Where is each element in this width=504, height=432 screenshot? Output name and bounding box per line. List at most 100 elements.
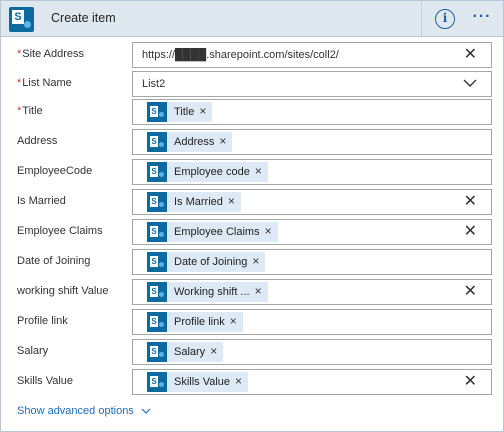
sharepoint-icon: S: [147, 132, 167, 152]
remove-token-icon[interactable]: ×: [235, 374, 242, 388]
form-row: *List Name List2: [1, 71, 503, 97]
field-label-text: Date of Joining: [17, 255, 91, 267]
field-label-text: Is Married: [17, 195, 66, 207]
remove-token-icon[interactable]: ×: [255, 284, 262, 298]
token-icon-letter: S: [150, 256, 158, 267]
clear-icon[interactable]: ✕: [464, 222, 477, 242]
chevron-down-icon: [141, 408, 151, 414]
field-input[interactable]: S Employee Claims × ✕: [132, 219, 492, 245]
form-row: *Title S Title ×: [1, 99, 503, 125]
remove-token-icon[interactable]: ×: [199, 104, 206, 118]
dynamic-content-token[interactable]: S Title ×: [147, 102, 213, 122]
token-label: Salary: [174, 346, 206, 358]
field-input[interactable]: S Skills Value × ✕: [132, 369, 492, 395]
sharepoint-icon: S: [147, 222, 167, 242]
dynamic-content-token[interactable]: S Skills Value ×: [147, 372, 249, 392]
field-label: Profile link: [17, 315, 68, 327]
remove-token-icon[interactable]: ×: [210, 344, 217, 358]
field-label: *List Name: [17, 77, 72, 89]
field-label: Date of Joining: [17, 255, 90, 267]
field-label-text: working shift Value: [17, 285, 109, 297]
remove-token-icon[interactable]: ×: [265, 224, 272, 238]
required-marker: *: [17, 77, 22, 89]
token-label: Address: [174, 136, 215, 148]
info-icon[interactable]: i: [435, 9, 455, 29]
field-value: List2: [142, 78, 166, 90]
field-input[interactable]: S Working shift ... × ✕: [132, 279, 492, 305]
remove-token-icon[interactable]: ×: [252, 254, 259, 268]
form-row: Salary S Salary ×: [1, 339, 503, 365]
token-icon-letter: S: [150, 376, 158, 387]
dynamic-content-token[interactable]: S Working shift ... ×: [147, 282, 268, 302]
list-name-dropdown[interactable]: List2: [132, 71, 492, 97]
field-input[interactable]: S Date of Joining ×: [132, 249, 492, 275]
dynamic-content-token[interactable]: S Employee code ×: [147, 162, 268, 182]
required-marker: *: [17, 48, 22, 60]
field-input[interactable]: S Profile link ×: [132, 309, 492, 335]
sharepoint-icon: S: [147, 312, 167, 332]
sharepoint-logo-icon: S: [9, 7, 34, 32]
more-options-icon[interactable]: ···: [469, 7, 495, 27]
field-label-text: List Name: [22, 77, 72, 89]
required-marker: *: [17, 105, 22, 117]
field-input[interactable]: https://████.sharepoint.com/sites/coll2/…: [132, 42, 492, 68]
dynamic-content-token[interactable]: S Profile link ×: [147, 312, 243, 332]
field-input[interactable]: S Employee code ×: [132, 159, 492, 185]
sharepoint-icon: S: [147, 342, 167, 362]
field-label: Salary: [17, 345, 48, 357]
field-label: Skills Value: [17, 375, 73, 387]
token-label: Employee code: [174, 166, 250, 178]
clear-icon[interactable]: ✕: [464, 192, 477, 212]
clear-icon[interactable]: ✕: [464, 372, 477, 392]
token-icon-letter: S: [150, 226, 158, 237]
dynamic-content-token[interactable]: S Date of Joining ×: [147, 252, 266, 272]
field-input[interactable]: S Salary ×: [132, 339, 492, 365]
remove-token-icon[interactable]: ×: [230, 314, 237, 328]
field-label: EmployeeCode: [17, 165, 92, 177]
token-icon-letter: S: [150, 136, 158, 147]
chevron-down-icon[interactable]: [463, 75, 477, 91]
field-label: *Title: [17, 105, 43, 117]
sharepoint-icon: S: [147, 282, 167, 302]
remove-token-icon[interactable]: ×: [255, 164, 262, 178]
advanced-options-label: Show advanced options: [17, 405, 134, 417]
logo-letter: S: [12, 10, 24, 24]
field-input[interactable]: S Is Married × ✕: [132, 189, 492, 215]
sharepoint-icon: S: [147, 252, 167, 272]
form-row: Employee Claims S Employee Claims × ✕: [1, 219, 503, 245]
sharepoint-icon: S: [147, 372, 167, 392]
remove-token-icon[interactable]: ×: [228, 194, 235, 208]
token-icon-letter: S: [150, 106, 158, 117]
dynamic-content-token[interactable]: S Employee Claims ×: [147, 222, 278, 242]
clear-icon[interactable]: ✕: [464, 45, 477, 65]
field-label: Address: [17, 135, 57, 147]
remove-token-icon[interactable]: ×: [219, 134, 226, 148]
sharepoint-icon: S: [147, 102, 167, 122]
field-input[interactable]: S Address ×: [132, 129, 492, 155]
field-label: Employee Claims: [17, 225, 103, 237]
clear-icon[interactable]: ✕: [464, 282, 477, 302]
token-label: Employee Claims: [174, 226, 260, 238]
token-label: Profile link: [174, 316, 225, 328]
dynamic-content-token[interactable]: S Is Married ×: [147, 192, 241, 212]
token-icon-letter: S: [150, 346, 158, 357]
form-row: Date of Joining S Date of Joining ×: [1, 249, 503, 275]
field-label-text: Employee Claims: [17, 225, 103, 237]
field-input[interactable]: S Title ×: [132, 99, 492, 125]
field-label: *Site Address: [17, 48, 84, 60]
card-header[interactable]: S Create item i ···: [1, 1, 503, 37]
field-label: working shift Value: [17, 285, 109, 297]
token-icon-letter: S: [150, 286, 158, 297]
sharepoint-icon: S: [147, 192, 167, 212]
field-label-text: Address: [17, 135, 58, 147]
token-label: Title: [174, 106, 195, 118]
sharepoint-icon: S: [147, 162, 167, 182]
show-advanced-options-link[interactable]: Show advanced options: [17, 405, 151, 417]
dynamic-content-token[interactable]: S Salary ×: [147, 342, 224, 362]
form-row: EmployeeCode S Employee code ×: [1, 159, 503, 185]
field-label-text: Salary: [17, 345, 49, 357]
token-label: Working shift ...: [174, 286, 250, 298]
header-divider: [421, 1, 422, 37]
token-icon-letter: S: [150, 196, 158, 207]
dynamic-content-token[interactable]: S Address ×: [147, 132, 233, 152]
